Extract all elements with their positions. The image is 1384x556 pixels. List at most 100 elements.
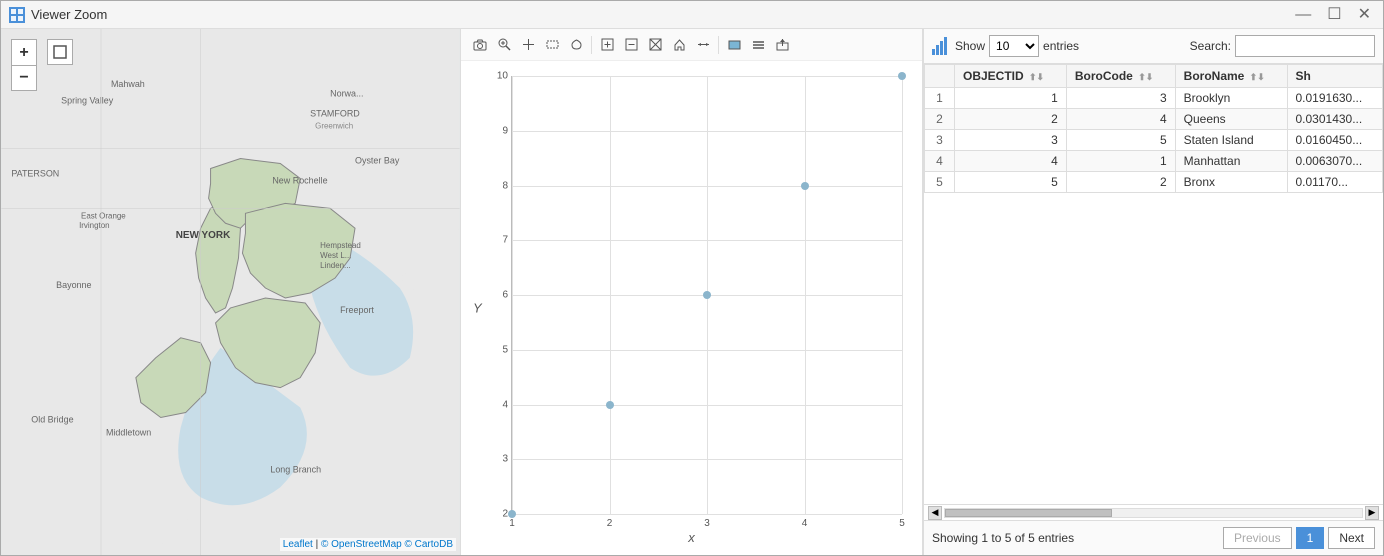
zoom-tool-button[interactable] (493, 34, 515, 56)
table-body: 1 1 3 Brooklyn 0.0191630... 2 2 4 Queens… (925, 88, 1383, 193)
cell-row: 1 (925, 88, 955, 109)
svg-text:West L...: West L... (320, 251, 351, 260)
remove-point-button[interactable] (620, 34, 642, 56)
bar1 (932, 49, 935, 55)
cell-boroname: Queens (1175, 109, 1287, 130)
x-tick-label: 3 (704, 518, 710, 529)
search-input[interactable] (1235, 35, 1375, 57)
y-tick-label: 10 (497, 71, 508, 82)
cell-objectid: 5 (955, 172, 1067, 193)
col-header-objectid[interactable]: OBJECTID ⬆⬇ (955, 65, 1067, 88)
cell-borocode: 1 (1066, 151, 1175, 172)
horizontal-scrollbar[interactable]: ◀ ▶ (924, 504, 1383, 520)
svg-text:Bayonne: Bayonne (56, 280, 91, 290)
right-panel: Y x 234567891012345 (461, 29, 1383, 555)
y-tick-label: 9 (502, 125, 508, 136)
reset-button[interactable] (644, 34, 666, 56)
table-panel: Show 10 25 50 entries Search: (923, 29, 1383, 555)
lines-button[interactable] (747, 34, 769, 56)
svg-text:Mahwah: Mahwah (111, 79, 145, 89)
grid-line-v (512, 76, 513, 514)
y-tick-label: 4 (502, 399, 508, 410)
cell-borocode: 3 (1066, 88, 1175, 109)
cell-row: 2 (925, 109, 955, 130)
svg-text:Linden...: Linden... (320, 261, 351, 270)
map-panel: Spring Valley Mahwah Norwa... STAMFORD G… (1, 29, 461, 555)
bar-chart-icon (932, 37, 947, 55)
close-button[interactable]: ✕ (1354, 7, 1375, 23)
add-point-button[interactable] (596, 34, 618, 56)
cartodb-link[interactable]: © CartoDB (405, 539, 454, 550)
x-tick-label: 1 (509, 518, 515, 529)
cell-shape: 0.0160450... (1287, 130, 1383, 151)
grid-line-v (902, 76, 903, 514)
y-axis-label: Y (473, 301, 482, 316)
data-point[interactable] (801, 182, 809, 190)
osm-link[interactable]: © OpenStreetMap (321, 539, 402, 550)
data-point[interactable] (898, 72, 906, 80)
data-point[interactable] (606, 401, 614, 409)
data-point[interactable] (703, 291, 711, 299)
chart-area: Y x 234567891012345 (461, 29, 923, 555)
x-tick-label: 5 (899, 518, 905, 529)
rect-select-tool-button[interactable] (541, 34, 563, 56)
svg-text:Oyster Bay: Oyster Bay (355, 155, 400, 165)
svg-text:Hempstead: Hempstead (320, 241, 361, 250)
page-1-button[interactable]: 1 (1296, 527, 1325, 549)
col-header-borocode[interactable]: BoroCode ⬆⬇ (1066, 65, 1175, 88)
table-controls-right: Search: (1190, 35, 1375, 57)
x-tick-label: 2 (607, 518, 613, 529)
entries-select[interactable]: 10 25 50 (989, 35, 1039, 57)
cell-shape: 0.0191630... (1287, 88, 1383, 109)
col-header-boroname[interactable]: BoroName ⬆⬇ (1175, 65, 1287, 88)
cell-objectid: 3 (955, 130, 1067, 151)
title-bar-controls: — ☐ ✕ (1291, 7, 1375, 23)
table-header: OBJECTID ⬆⬇ BoroCode ⬆⬇ BoroName ⬆⬇ Sh (925, 65, 1383, 88)
cell-boroname: Manhattan (1175, 151, 1287, 172)
leaflet-link[interactable]: Leaflet (283, 539, 313, 550)
y-tick-label: 8 (502, 180, 508, 191)
svg-text:Old Bridge: Old Bridge (31, 415, 73, 425)
cell-objectid: 1 (955, 88, 1067, 109)
y-tick-label: 7 (502, 235, 508, 246)
toolbar-sep-2 (718, 36, 719, 54)
expand-button[interactable] (47, 39, 73, 65)
col-header-row (925, 65, 955, 88)
y-tick-label: 3 (502, 454, 508, 465)
scroll-right-arrow[interactable]: ▶ (1365, 506, 1379, 520)
cell-boroname: Brooklyn (1175, 88, 1287, 109)
zoom-in-button[interactable]: + (11, 39, 37, 65)
lasso-tool-button[interactable] (565, 34, 587, 56)
bar4 (944, 37, 947, 55)
home-button[interactable] (668, 34, 690, 56)
main-content: Spring Valley Mahwah Norwa... STAMFORD G… (1, 29, 1383, 555)
camera-tool-button[interactable] (469, 34, 491, 56)
previous-page-button[interactable]: Previous (1223, 527, 1292, 549)
maximize-button[interactable]: ☐ (1323, 7, 1345, 23)
table-scroll-area[interactable]: OBJECTID ⬆⬇ BoroCode ⬆⬇ BoroName ⬆⬇ Sh (924, 64, 1383, 504)
cell-objectid: 4 (955, 151, 1067, 172)
rect-shape-button[interactable] (723, 34, 745, 56)
title-bar: Viewer Zoom — ☐ ✕ (1, 1, 1383, 29)
table-controls-left: Show 10 25 50 entries (932, 35, 1079, 57)
scroll-left-arrow[interactable]: ◀ (928, 506, 942, 520)
chart-toolbar (461, 29, 922, 61)
svg-text:East Orange: East Orange (81, 211, 126, 220)
svg-text:Spring Valley: Spring Valley (61, 96, 114, 106)
grid-line-h (512, 514, 902, 515)
cell-objectid: 2 (955, 109, 1067, 130)
scroll-track[interactable] (944, 508, 1363, 518)
minimize-button[interactable]: — (1291, 7, 1315, 23)
next-page-button[interactable]: Next (1328, 527, 1375, 549)
data-point[interactable] (508, 510, 516, 518)
zoom-out-button[interactable]: − (11, 65, 37, 91)
grid-line-v (805, 76, 806, 514)
export-button[interactable] (771, 34, 793, 56)
arrows-button[interactable] (692, 34, 714, 56)
svg-text:Long Branch: Long Branch (270, 464, 321, 474)
window-icon (9, 7, 25, 23)
pan-tool-button[interactable] (517, 34, 539, 56)
scroll-thumb[interactable] (945, 509, 1112, 517)
svg-text:Norwa...: Norwa... (330, 89, 363, 99)
map-attribution: Leaflet | © OpenStreetMap © CartoDB (280, 538, 456, 551)
